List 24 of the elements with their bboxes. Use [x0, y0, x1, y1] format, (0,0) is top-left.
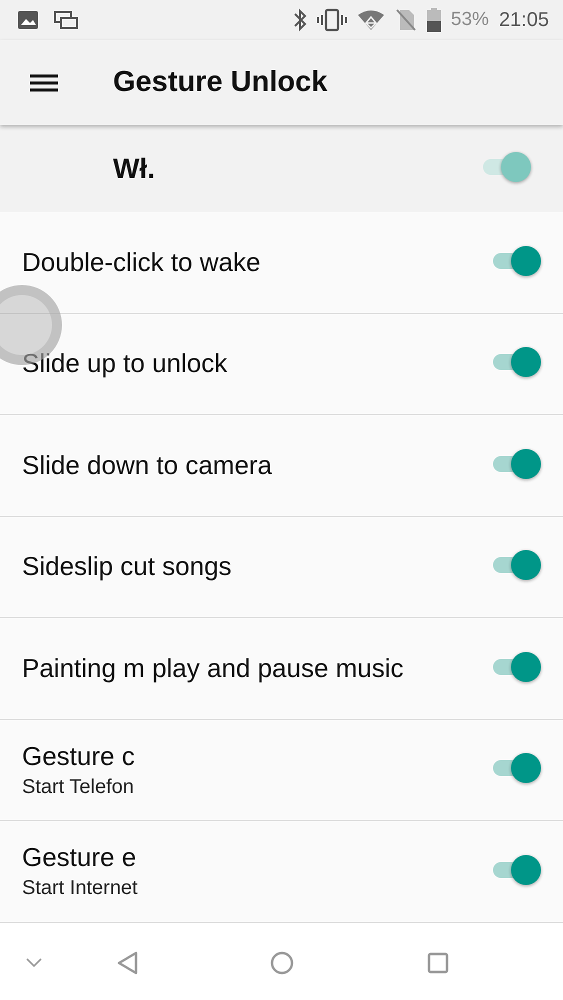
setting-title: Gesture e [22, 842, 138, 874]
setting-title: Painting m play and pause music [22, 652, 404, 684]
setting-title: Double-click to wake [22, 246, 260, 278]
image-icon [17, 10, 39, 30]
setting-description: Start Telefon [22, 776, 135, 799]
screen-title: Gesture Unlock [113, 66, 328, 99]
setting-title: Slide down to camera [22, 450, 272, 481]
setting-title: Sideslip cut songs [22, 551, 232, 582]
setting-title: Slide up to unlock [22, 348, 228, 380]
recents-button[interactable] [427, 952, 449, 974]
setting-description: Start Internet [22, 877, 138, 900]
master-switch-label: Wł. [113, 152, 155, 184]
battery-icon [426, 8, 441, 32]
clock: 21:05 [498, 8, 549, 32]
vibrate-icon [316, 8, 347, 32]
windows-icon [53, 9, 79, 31]
bluetooth-icon [292, 8, 307, 32]
no-sim-icon [394, 8, 417, 32]
collapse-button[interactable] [26, 958, 42, 968]
home-button[interactable] [270, 950, 294, 974]
wifi-icon [356, 9, 385, 31]
setting-title: Gesture c [22, 740, 135, 772]
battery-percentage: 53% [450, 9, 489, 31]
back-button[interactable] [117, 950, 139, 974]
